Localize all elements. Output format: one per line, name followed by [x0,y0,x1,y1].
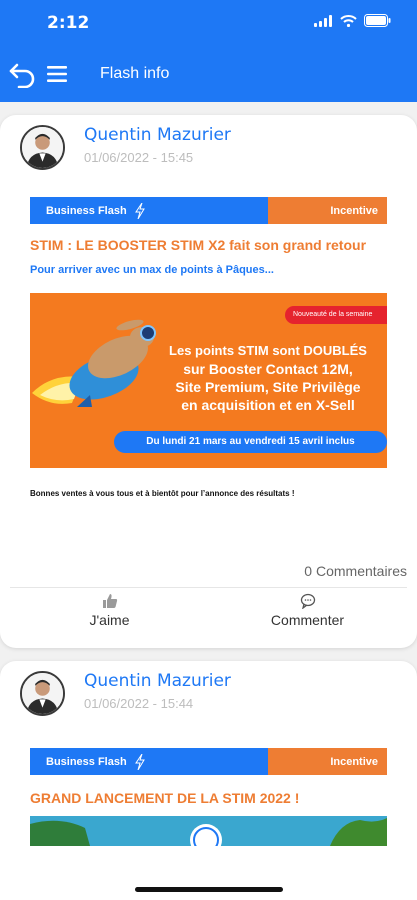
post-date: 01/06/2022 - 15:44 [84,696,194,711]
back-icon[interactable] [8,62,36,88]
home-indicator [135,887,283,892]
signal-icon [314,14,332,27]
speech-bubble-icon [300,593,315,609]
avatar[interactable] [20,125,65,170]
post-card: Quentin Mazurier 01/06/2022 - 15:44 Busi… [0,661,417,900]
lightning-icon [134,202,145,219]
banner-left-label: Business Flash [46,204,127,217]
post-card: Quentin Mazurier 01/06/2022 - 15:45 Busi… [0,115,417,648]
banner-left-label: Business Flash [46,755,127,768]
banner-right-label: Incentive [330,204,378,217]
beach-illustration [30,816,387,846]
post-title: STIM : LE BOOSTER STIM X2 fait son grand… [30,237,367,253]
battery-icon [364,14,391,27]
menu-icon[interactable] [47,65,67,83]
comment-button[interactable]: Commenter [255,593,360,630]
post-body: Bonnes ventes à vous tous et à bientôt p… [30,489,295,498]
thumbs-up-icon [102,594,117,608]
promo-badge: Nouveauté de la semaine [285,306,387,324]
banner-business-flash: Business Flash [30,748,268,775]
status-time: 2:12 [47,13,90,33]
post-title: GRAND LANCEMENT DE LA STIM 2022 ! [30,790,300,806]
avatar-image [22,673,63,714]
avatar[interactable] [20,671,65,716]
banner-business-flash: Business Flash [30,197,268,224]
like-label: J'aime [89,612,130,628]
promo-line-2: Site Premium, Site Privilège [175,379,361,395]
like-button[interactable]: J'aime [62,593,157,630]
divider [10,587,407,588]
promo-line-3: en acquisition et en X-Sell [181,397,355,413]
banner-incentive: Incentive [268,748,387,775]
lightning-icon [134,753,145,770]
promo-headline: Les points STIM sont DOUBLÉS [169,343,367,358]
promo-line-1: sur Booster Contact 12M, [183,361,353,377]
post-date: 01/06/2022 - 15:45 [84,150,194,165]
banner-right-label: Incentive [330,755,378,768]
nav-bar: Flash info [0,48,417,102]
category-banner: Business Flash Incentive [30,197,387,224]
comment-label: Commenter [270,612,345,628]
status-bar: 2:12 [0,0,417,48]
promo-dates: Du lundi 21 mars au vendredi 15 avril in… [114,431,387,453]
avatar-image [22,127,63,168]
wifi-icon [340,14,357,27]
author-name[interactable]: Quentin Mazurier [84,671,231,691]
category-banner: Business Flash Incentive [30,748,387,775]
banner-incentive: Incentive [268,197,387,224]
comments-count[interactable]: 0 Commentaires [304,563,407,579]
page-title: Flash info [100,65,170,82]
post-image[interactable] [30,816,387,846]
status-icons [314,14,391,27]
post-subtitle: Pour arriver avec un max de points à Pâq… [30,264,274,276]
rocket-rabbit-illustration [32,319,156,407]
author-name[interactable]: Quentin Mazurier [84,125,231,145]
promo-image[interactable]: Nouveauté de la semaine Les points STIM … [30,293,387,468]
